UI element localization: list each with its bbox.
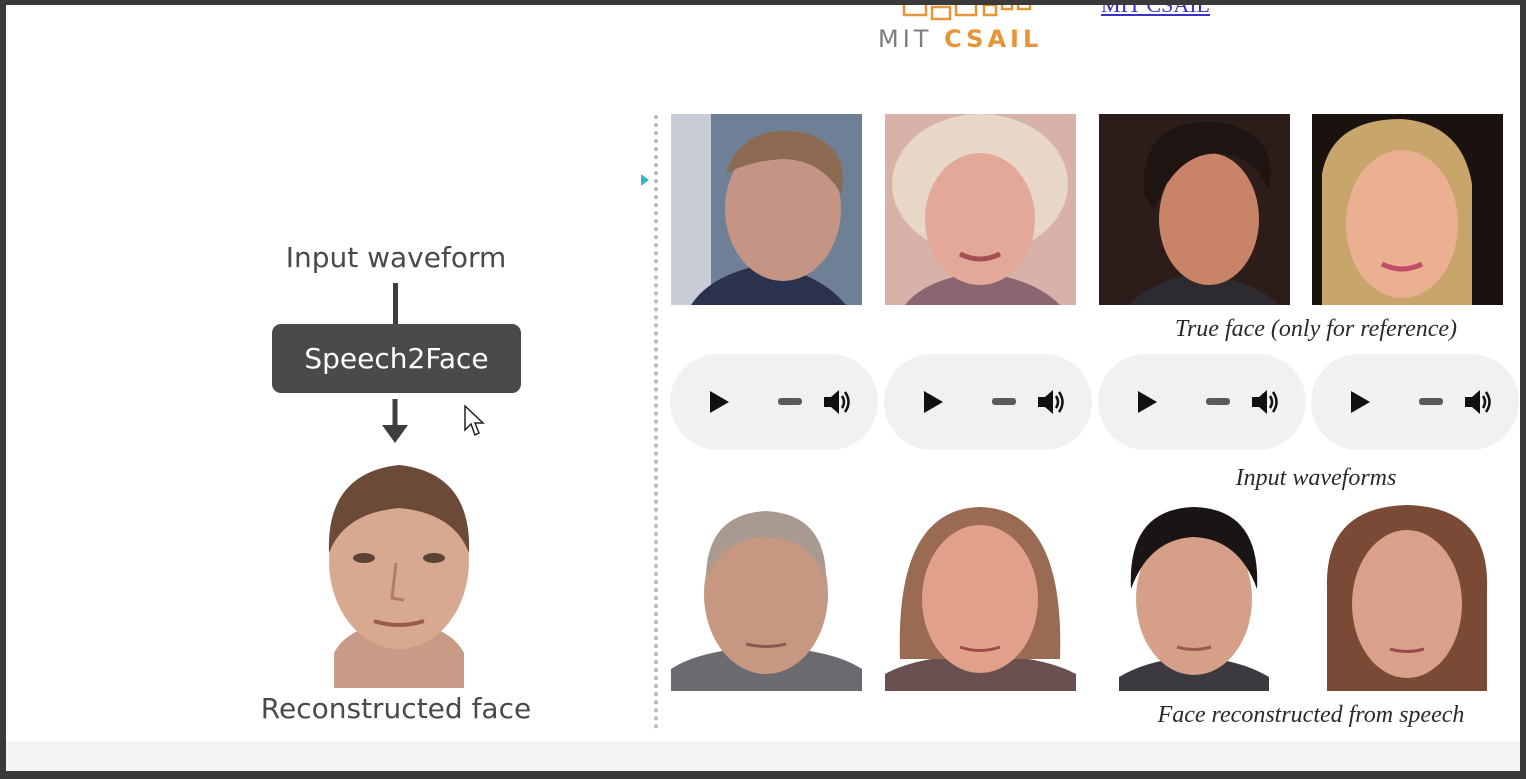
audio-progress[interactable] [778,398,802,405]
down-arrow-icon [382,399,408,443]
input-waveform-graphic [145,126,649,231]
mit-csail-logo: MIT CSAIL [878,5,1068,57]
true-face-4 [1312,114,1503,305]
play-icon[interactable] [708,390,730,414]
logo-mit-text: MIT [878,25,933,53]
input-waveforms-caption: Input waveforms [1235,465,1397,491]
true-face-2 [885,114,1076,305]
mit-csail-link[interactable]: MIT CSAIL [1101,5,1210,18]
presentation-slide: MIT CSAIL MIT CSAIL Input waveform Speec… [6,5,1520,771]
volume-icon[interactable] [1249,386,1281,418]
reconstructed-face-label: Reconstructed face [260,692,532,725]
audio-player-2[interactable] [884,354,1092,450]
connector-line [393,283,398,327]
volume-icon[interactable] [821,386,853,418]
face-photo-icon [1099,114,1290,305]
logo-mark-icon [902,5,1032,21]
play-icon[interactable] [1349,390,1371,414]
play-icon[interactable] [922,390,944,414]
logo-text: MIT CSAIL [878,25,1042,53]
speech2face-model-box: Speech2Face [272,324,521,393]
true-face-3 [1099,114,1290,305]
reconstructed-face-image [304,453,494,688]
volume-icon[interactable] [1035,386,1067,418]
audio-progress[interactable] [992,398,1016,405]
audio-player-4[interactable] [1311,354,1519,450]
audio-progress[interactable] [1206,398,1230,405]
reconstructed-faces-caption: Face reconstructed from speech [1157,702,1465,728]
reconstructed-face-3 [1099,499,1290,691]
volume-icon[interactable] [1462,386,1494,418]
dotted-divider [654,115,658,729]
mouse-cursor-icon [464,405,485,437]
bottom-strip [6,741,1520,771]
logo-csail-text: CSAIL [944,25,1043,53]
face-photo-icon [671,114,862,305]
play-icon[interactable] [1136,390,1158,414]
true-face-caption: True face (only for reference) [1174,316,1458,342]
reconstructed-face-4 [1312,499,1503,691]
reconstructed-face-2 [885,499,1076,691]
reconstructed-face-1 [671,499,862,691]
audio-player-1[interactable] [670,354,878,450]
audio-player-3[interactable] [1098,354,1306,450]
waveform-tip [641,174,649,186]
face-photo-icon [885,114,1076,305]
true-face-1 [671,114,862,305]
face-photo-icon [1312,114,1503,305]
input-waveform-label: Input waveform [285,241,507,274]
audio-progress[interactable] [1419,398,1443,405]
